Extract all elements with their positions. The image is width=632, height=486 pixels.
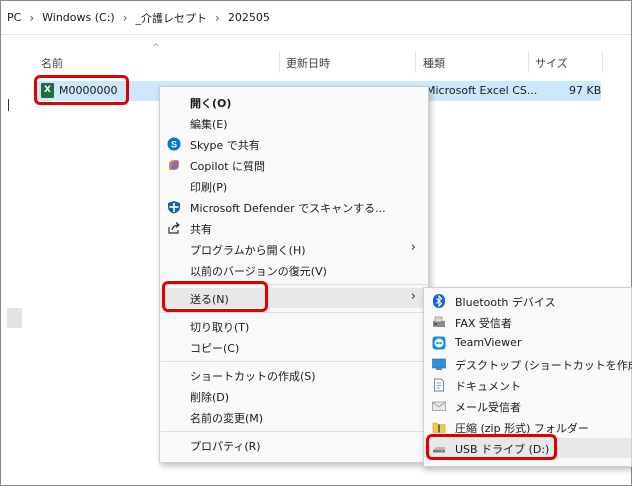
sort-caret-icon: ^	[152, 43, 160, 53]
menu-item-defender[interactable]: Microsoft Defender でスキャンする...	[160, 197, 428, 217]
submenu-item-label: デスクトップ (ショートカットを作成)	[455, 359, 632, 372]
menu-item-label: 印刷(P)	[190, 181, 228, 194]
column-header-type[interactable]: 種類	[423, 55, 445, 71]
menu-item-copilot[interactable]: Copilot に質問	[160, 155, 428, 175]
document-icon	[432, 378, 446, 392]
submenu-item-label: メール受信者	[455, 401, 521, 414]
send-to-fax[interactable]: FAX 受信者	[424, 312, 631, 332]
menu-item-label: 以前のバージョンの復元(V)	[190, 265, 327, 278]
send-to-desktop[interactable]: デスクトップ (ショートカットを作成)	[424, 354, 632, 374]
submenu-item-label: ドキュメント	[455, 380, 521, 393]
menu-item-label: 編集(E)	[190, 118, 228, 131]
menu-item-label: プロパティ(R)	[190, 440, 261, 453]
column-divider[interactable]	[279, 51, 280, 73]
skype-icon: S	[167, 137, 181, 151]
menu-item-skype[interactable]: S Skype で共有	[160, 134, 428, 154]
menu-separator	[161, 431, 427, 432]
column-header-size[interactable]: サイズ	[535, 55, 568, 71]
menu-item-rename[interactable]: 名前の変更(M)	[160, 407, 428, 427]
menu-item-label: 名前の変更(M)	[190, 412, 264, 425]
file-size: 97 KB	[569, 84, 602, 97]
send-to-mail[interactable]: メール受信者	[424, 396, 631, 416]
menu-separator	[161, 361, 427, 362]
menu-item-label: Microsoft Defender でスキャンする...	[190, 202, 386, 215]
chevron-right-icon: ›	[29, 10, 35, 25]
zip-folder-icon	[432, 420, 446, 434]
menu-item-label: 開く(O)	[190, 97, 232, 110]
svg-text:S: S	[171, 140, 177, 150]
menu-item-properties[interactable]: プロパティ(R)	[160, 435, 428, 455]
submenu-item-label: TeamViewer	[455, 336, 522, 349]
column-headers: ^ 名前 更新日時 種類 サイズ	[1, 43, 631, 75]
menu-item-label: 共有	[190, 223, 212, 236]
menu-item-restore-versions[interactable]: 以前のバージョンの復元(V)	[160, 260, 428, 280]
chevron-right-icon: ›	[215, 10, 220, 25]
menu-item-create-shortcut[interactable]: ショートカットの作成(S)	[160, 365, 428, 385]
teamviewer-icon	[432, 336, 446, 350]
chevron-right-icon: ›	[410, 289, 416, 304]
pane-marker	[8, 99, 9, 111]
menu-item-print[interactable]: 印刷(P)	[160, 176, 428, 196]
fax-icon	[432, 315, 446, 329]
menu-item-share[interactable]: 共有	[160, 218, 428, 238]
menu-item-copy[interactable]: コピー(C)	[160, 337, 428, 357]
mail-icon	[432, 399, 446, 413]
breadcrumb-current[interactable]: 202505	[228, 11, 270, 24]
breadcrumb-folder[interactable]: _介護レセプト	[136, 10, 208, 26]
menu-item-delete[interactable]: 削除(D)	[160, 386, 428, 406]
menu-item-label: コピー(C)	[190, 342, 240, 355]
context-menu: 開く(O) 編集(E) S Skype で共有 Copilot に質問 印刷(P…	[159, 86, 429, 463]
address-bar[interactable]: PC › Windows (C:) › _介護レセプト › 202505	[1, 1, 631, 35]
send-to-teamviewer[interactable]: TeamViewer	[424, 333, 631, 353]
desktop-icon	[432, 357, 446, 371]
menu-item-label: 削除(D)	[190, 391, 230, 404]
send-to-documents[interactable]: ドキュメント	[424, 375, 631, 395]
menu-item-label: 切り取り(T)	[190, 321, 250, 334]
breadcrumb-root[interactable]: PC	[7, 11, 21, 24]
chevron-right-icon: ›	[122, 10, 128, 25]
menu-item-open-with[interactable]: プログラムから開く(H) ›	[160, 239, 428, 259]
share-icon	[167, 221, 181, 235]
breadcrumb-drive[interactable]: Windows (C:)	[42, 11, 115, 24]
navigation-scrollbar[interactable]	[7, 308, 22, 328]
menu-item-label: Skype で共有	[190, 139, 260, 152]
highlight-usb-drive	[426, 434, 557, 460]
chevron-right-icon: ›	[410, 240, 416, 255]
menu-item-label: プログラムから開く(H)	[190, 244, 306, 257]
send-to-bluetooth[interactable]: Bluetooth デバイス	[424, 291, 631, 311]
highlight-send-to	[162, 281, 268, 312]
column-divider[interactable]	[602, 51, 603, 73]
submenu-item-label: Bluetooth デバイス	[455, 296, 556, 309]
defender-shield-icon	[167, 200, 181, 214]
column-header-date[interactable]: 更新日時	[286, 55, 330, 71]
menu-item-cut[interactable]: 切り取り(T)	[160, 316, 428, 336]
copilot-icon	[167, 158, 181, 172]
highlight-file	[34, 75, 129, 105]
submenu-item-label: FAX 受信者	[455, 317, 512, 330]
menu-separator	[161, 312, 427, 313]
bluetooth-icon	[432, 294, 446, 308]
file-type: Microsoft Excel CS...	[426, 84, 538, 97]
menu-item-edit[interactable]: 編集(E)	[160, 113, 428, 133]
menu-item-label: Copilot に質問	[190, 160, 266, 173]
column-divider[interactable]	[415, 51, 416, 73]
column-header-name[interactable]: 名前	[41, 55, 63, 71]
menu-item-label: ショートカットの作成(S)	[190, 370, 316, 383]
menu-item-open[interactable]: 開く(O)	[160, 92, 428, 112]
column-divider[interactable]	[528, 51, 529, 73]
